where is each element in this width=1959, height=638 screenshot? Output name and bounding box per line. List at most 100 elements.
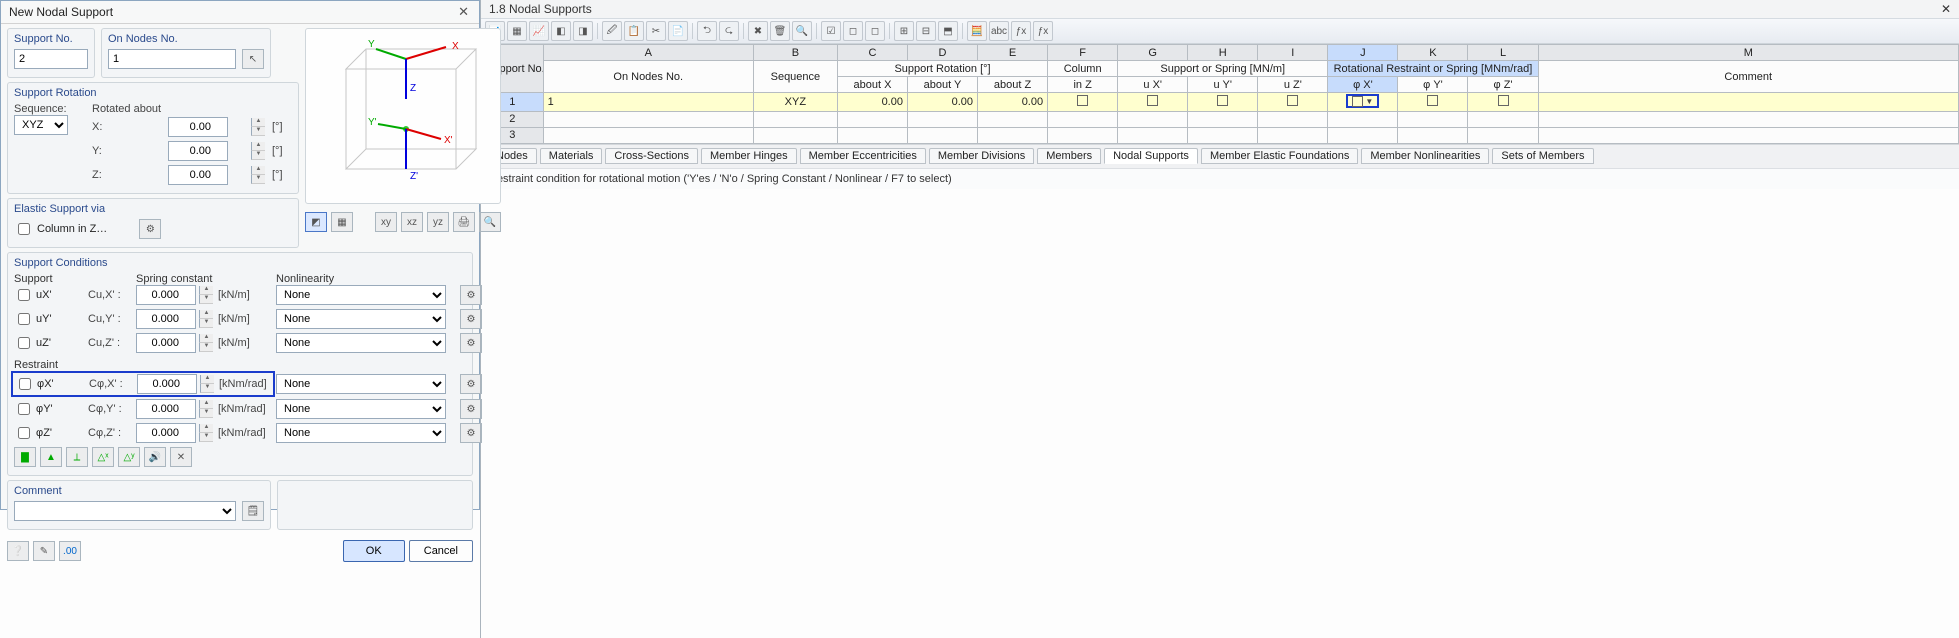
toolbar-button[interactable]: abc — [989, 21, 1009, 41]
view-xz-button[interactable]: xz — [401, 212, 423, 232]
column-letter[interactable]: C — [837, 45, 907, 61]
sheet-tab[interactable]: Member Eccentricities — [800, 148, 926, 164]
toolbar-button[interactable]: ƒx — [1011, 21, 1031, 41]
preset-roller-y-button[interactable]: △ˣ — [92, 447, 114, 467]
cond-checkbox[interactable]: φZ' — [14, 424, 84, 442]
column-letter[interactable]: F — [1048, 45, 1118, 61]
view-axo-button[interactable]: ◩ — [305, 212, 327, 232]
toolbar-button[interactable]: ▦ — [507, 21, 527, 41]
sheet-tab[interactable]: Materials — [540, 148, 603, 164]
toolbar-button[interactable]: 🔍 — [792, 21, 812, 41]
toolbar-button[interactable]: ⮌ — [697, 21, 717, 41]
table-row[interactable]: 1 1 XYZ 0.00 0.00 0.00 ▼ — [482, 93, 1959, 112]
nonlinearity-select[interactable]: None — [276, 309, 446, 329]
view-xy-button[interactable]: xy — [375, 212, 397, 232]
sheet-tab[interactable]: Members — [1037, 148, 1101, 164]
sequence-select[interactable]: XYZ — [14, 115, 68, 135]
nonlinearity-settings-button[interactable]: ⚙ — [460, 309, 482, 329]
toolbar-button[interactable]: ◨ — [573, 21, 593, 41]
units-button[interactable]: .00 — [59, 541, 81, 561]
view-ortho-button[interactable]: ▦ — [331, 212, 353, 232]
nonlinearity-settings-button[interactable]: ⚙ — [460, 423, 482, 443]
cond-checkbox[interactable]: uX' — [14, 286, 84, 304]
preset-hinged-button[interactable]: ▇ — [14, 447, 36, 467]
toolbar-button[interactable]: 🧮 — [967, 21, 987, 41]
sheet-table[interactable]: Support No.ABCDEFGHIJKLM On Nodes No. Se… — [481, 44, 1959, 144]
cond-checkbox[interactable]: uZ' — [14, 334, 84, 352]
comment-select[interactable] — [14, 501, 236, 521]
elastic-settings-button[interactable]: ⚙ — [139, 219, 161, 239]
toolbar-button[interactable]: 📄 — [668, 21, 688, 41]
nonlinearity-settings-button[interactable]: ⚙ — [460, 399, 482, 419]
rotation-value-input[interactable] — [168, 141, 228, 161]
rotation-value-input[interactable] — [168, 165, 228, 185]
rotation-value-input[interactable] — [168, 117, 228, 137]
spring-input[interactable] — [136, 333, 196, 353]
nonlinearity-select[interactable]: None — [276, 374, 446, 394]
column-letter[interactable]: K — [1398, 45, 1468, 61]
toolbar-button[interactable]: ✖ — [748, 21, 768, 41]
sheet-close-icon[interactable]: ✕ — [1941, 2, 1951, 16]
sheet-tab[interactable]: Member Hinges — [701, 148, 797, 164]
preset-free-button[interactable]: ✕ — [170, 447, 192, 467]
ok-button[interactable]: OK — [343, 540, 405, 562]
column-letter[interactable]: M — [1538, 45, 1958, 61]
on-nodes-input[interactable] — [108, 49, 236, 69]
column-letter[interactable]: J — [1328, 45, 1398, 61]
toolbar-button[interactable]: ⮎ — [719, 21, 739, 41]
cancel-button[interactable]: Cancel — [409, 540, 473, 562]
toolbar-button[interactable]: 🗑 — [770, 21, 790, 41]
phiX-cell-active[interactable]: ▼ — [1346, 94, 1379, 108]
spring-input[interactable] — [137, 374, 197, 394]
comment-pick-button[interactable]: 🗒 — [242, 501, 264, 521]
sheet-tab[interactable]: Nodal Supports — [1104, 148, 1198, 164]
toolbar-button[interactable]: ⬒ — [938, 21, 958, 41]
nonlinearity-settings-button[interactable]: ⚙ — [460, 374, 482, 394]
column-in-z-checkbox[interactable]: Column in Z… — [14, 220, 107, 238]
close-icon[interactable]: ✕ — [454, 4, 473, 20]
toolbar-button[interactable]: ƒx — [1033, 21, 1053, 41]
toolbar-button[interactable]: 📋 — [624, 21, 644, 41]
preset-fixed-button[interactable]: ▲ — [40, 447, 62, 467]
nonlinearity-settings-button[interactable]: ⚙ — [460, 285, 482, 305]
preset-sound-button[interactable]: 🔊 — [144, 447, 166, 467]
toolbar-button[interactable]: 🖉 — [602, 21, 622, 41]
spring-input[interactable] — [136, 309, 196, 329]
toolbar-button[interactable]: ◻ — [865, 21, 885, 41]
view-yz-button[interactable]: yz — [427, 212, 449, 232]
sheet-tab[interactable]: Member Nonlinearities — [1361, 148, 1489, 164]
table-row[interactable]: 2 — [482, 111, 1959, 127]
sheet-tab[interactable]: Cross-Sections — [605, 148, 698, 164]
sheet-tab[interactable]: Sets of Members — [1492, 148, 1593, 164]
preset-roller-z-button[interactable]: △ʸ — [118, 447, 140, 467]
toolbar-button[interactable]: 📈 — [529, 21, 549, 41]
column-letter[interactable]: D — [907, 45, 977, 61]
spring-input[interactable] — [136, 399, 196, 419]
nonlinearity-select[interactable]: None — [276, 285, 446, 305]
column-letter[interactable]: I — [1258, 45, 1328, 61]
toolbar-button[interactable]: ◧ — [551, 21, 571, 41]
column-letter[interactable]: H — [1188, 45, 1258, 61]
spring-input[interactable] — [136, 423, 196, 443]
table-row[interactable]: 3 — [482, 127, 1959, 143]
toolbar-button[interactable]: ☑ — [821, 21, 841, 41]
sheet-tab[interactable]: Member Elastic Foundations — [1201, 148, 1358, 164]
cond-checkbox[interactable]: uY' — [14, 310, 84, 328]
nonlinearity-settings-button[interactable]: ⚙ — [460, 333, 482, 353]
spring-input[interactable] — [136, 285, 196, 305]
toolbar-button[interactable]: ⊞ — [894, 21, 914, 41]
toolbar-button[interactable]: ◻ — [843, 21, 863, 41]
3d-preview-viewport[interactable]: X Y Z X' Y' Z' — [305, 28, 501, 204]
column-letter[interactable]: G — [1118, 45, 1188, 61]
cond-checkbox[interactable]: φX' — [15, 375, 85, 393]
toolbar-button[interactable]: ✂ — [646, 21, 666, 41]
preset-roller-x-button[interactable]: ⟂ — [66, 447, 88, 467]
toolbar-button[interactable]: ⊟ — [916, 21, 936, 41]
column-letter[interactable]: L — [1468, 45, 1538, 61]
pick-nodes-button[interactable]: ↖ — [242, 49, 264, 69]
support-no-input[interactable] — [14, 49, 88, 69]
nonlinearity-select[interactable]: None — [276, 423, 446, 443]
view-print-button[interactable]: 🖨 — [453, 212, 475, 232]
column-letter[interactable]: B — [753, 45, 837, 61]
column-letter[interactable]: E — [978, 45, 1048, 61]
